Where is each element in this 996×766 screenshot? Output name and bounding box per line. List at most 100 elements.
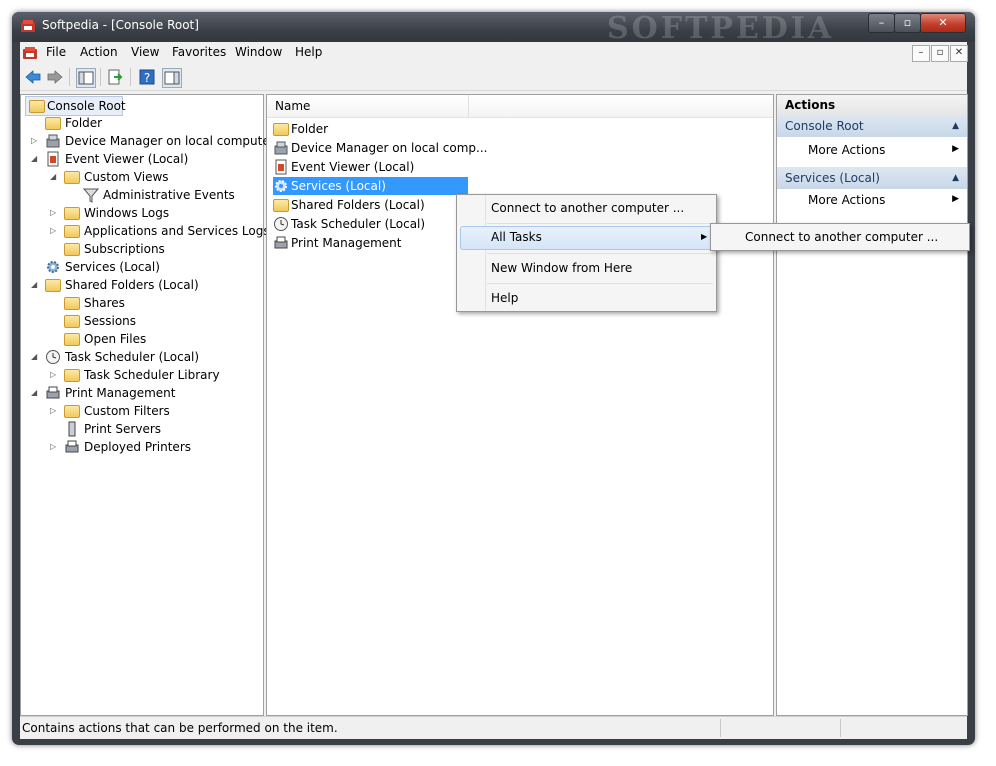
- gear-icon: [275, 180, 287, 192]
- menu-action[interactable]: Action: [80, 45, 118, 59]
- menu-help[interactable]: Help: [295, 45, 322, 59]
- folder-icon: [29, 100, 45, 113]
- menu-item-help[interactable]: Help: [491, 287, 518, 309]
- menu-favorites[interactable]: Favorites: [172, 45, 226, 59]
- list-item-services[interactable]: Services (Local): [273, 177, 468, 195]
- menu-file[interactable]: File: [46, 45, 66, 59]
- actions-section-services[interactable]: Services (Local) ▲: [777, 167, 967, 189]
- export-list-icon[interactable]: [106, 68, 124, 86]
- tree-item-label: Custom Filters: [84, 404, 170, 418]
- menu-item-all-tasks[interactable]: All Tasks ▶: [460, 226, 713, 250]
- server-icon: [68, 421, 76, 437]
- tree-item-label: Custom Views: [84, 170, 169, 184]
- maximize-button[interactable]: ▫: [894, 13, 921, 33]
- folder-icon: [64, 207, 80, 220]
- tree-item-label: Sessions: [84, 314, 137, 328]
- tree-pane[interactable]: Console Root Folder ▷ Device Manager on …: [20, 94, 275, 716]
- filter-folder-icon: [64, 405, 80, 418]
- menu-window[interactable]: Window: [235, 45, 282, 59]
- tree-item-label: Administrative Events: [103, 188, 235, 202]
- clock-icon: [46, 350, 60, 364]
- collapse-arrow-icon[interactable]: ◢: [31, 389, 39, 397]
- expand-arrow-icon[interactable]: ▷: [50, 209, 58, 217]
- expand-arrow-icon[interactable]: ▷: [50, 443, 58, 451]
- collapse-section-icon[interactable]: ▲: [952, 167, 959, 189]
- device-manager-icon: [46, 134, 60, 148]
- tree-item-label: Applications and Services Logs: [84, 224, 270, 238]
- list-item-label: Task Scheduler (Local): [291, 217, 426, 231]
- folder-icon: [64, 369, 80, 382]
- all-tasks-submenu: Connect to another computer ...: [710, 223, 970, 251]
- action-more-actions[interactable]: More Actions ▶: [777, 189, 967, 219]
- svg-text:?: ?: [144, 71, 150, 85]
- expand-arrow-icon[interactable]: ▷: [50, 371, 58, 379]
- collapse-arrow-icon[interactable]: ◢: [50, 173, 58, 181]
- tree-item-label: Console Root: [47, 99, 126, 113]
- console-icon[interactable]: [22, 45, 38, 61]
- tree-item-label: Print Servers: [84, 422, 162, 436]
- tree-item-label: Open Files: [84, 332, 147, 346]
- menu-item-connect[interactable]: Connect to another computer ...: [491, 197, 684, 219]
- title-bar[interactable]: Softpedia - [Console Root] SOFTPEDIA – ▫…: [12, 11, 975, 46]
- folder-icon: [273, 123, 289, 136]
- menu-view[interactable]: View: [131, 45, 159, 59]
- actions-title: Actions: [777, 95, 967, 115]
- submenu-arrow-icon: ▶: [701, 232, 708, 241]
- folder-icon: [64, 243, 80, 256]
- tree-item-label: Shares: [84, 296, 125, 310]
- tree-item-label: Deployed Printers: [84, 440, 192, 454]
- collapse-arrow-icon[interactable]: ◢: [31, 281, 39, 289]
- printer-icon: [65, 440, 79, 453]
- submenu-item-connect[interactable]: Connect to another computer ...: [745, 226, 938, 248]
- shared-folder-icon: [64, 333, 80, 346]
- collapse-arrow-icon[interactable]: ◢: [31, 155, 39, 163]
- toolbar: ?: [20, 64, 967, 91]
- collapse-arrow-icon[interactable]: ◢: [31, 353, 39, 361]
- collapse-section-icon[interactable]: ▲: [952, 115, 959, 137]
- back-icon[interactable]: [24, 68, 42, 86]
- tree-item-label: Event Viewer (Local): [65, 152, 189, 166]
- watermark-logo: SOFTPEDIA: [607, 11, 835, 46]
- printer-icon: [46, 386, 60, 399]
- mdi-minimize-button[interactable]: –: [912, 45, 930, 62]
- action-more-actions[interactable]: More Actions ▶: [777, 137, 967, 167]
- actions-section-console-root[interactable]: Console Root ▲: [777, 115, 967, 137]
- app-icon: [21, 20, 35, 32]
- mdi-restore-button[interactable]: ▫: [931, 45, 949, 62]
- menu-item-new-window[interactable]: New Window from Here: [491, 257, 632, 279]
- list-item-label: Shared Folders (Local): [291, 198, 425, 212]
- tree-item-label: Task Scheduler Library: [84, 368, 220, 382]
- event-viewer-icon: [47, 151, 59, 167]
- folder-icon: [45, 117, 61, 130]
- client-area: File Action View Favorites Window Help –…: [20, 42, 968, 739]
- tree-item-label: Folder: [65, 116, 103, 130]
- action-label: More Actions: [808, 193, 886, 207]
- help-icon[interactable]: ?: [138, 68, 156, 86]
- expand-arrow-icon[interactable]: ▷: [50, 407, 58, 415]
- list-pane[interactable]: Name Folder Device Manager on local comp…: [266, 94, 774, 716]
- close-button[interactable]: ✕: [920, 13, 966, 33]
- list-item-label: Print Management: [291, 236, 402, 250]
- actions-pane: Actions Console Root ▲ More Actions ▶ Se…: [776, 94, 968, 716]
- show-hide-tree-icon[interactable]: [76, 68, 96, 88]
- forward-icon[interactable]: [46, 68, 64, 86]
- list-item-label: Folder: [291, 122, 329, 136]
- tree-item-label: Services (Local): [65, 260, 160, 274]
- menu-item-label: All Tasks: [491, 230, 542, 244]
- shared-folder-icon: [45, 279, 61, 292]
- column-header-name[interactable]: Name: [275, 99, 310, 113]
- gear-icon: [47, 261, 59, 273]
- shared-folder-icon: [273, 199, 289, 212]
- action-label: More Actions: [808, 143, 886, 157]
- event-viewer-icon: [275, 159, 287, 175]
- tree-item-console-root[interactable]: Console Root: [25, 96, 126, 116]
- expand-arrow-icon[interactable]: ▷: [50, 227, 58, 235]
- show-hide-action-pane-icon[interactable]: [162, 68, 182, 88]
- minimize-button[interactable]: –: [868, 13, 895, 33]
- expand-arrow-icon[interactable]: ▷: [31, 137, 39, 145]
- mdi-close-button[interactable]: ✕: [950, 45, 968, 62]
- list-header: Name: [267, 95, 773, 118]
- submenu-arrow-icon: ▶: [952, 194, 959, 204]
- section-label: Services (Local): [785, 171, 880, 185]
- tree-item-label: Windows Logs: [84, 206, 170, 220]
